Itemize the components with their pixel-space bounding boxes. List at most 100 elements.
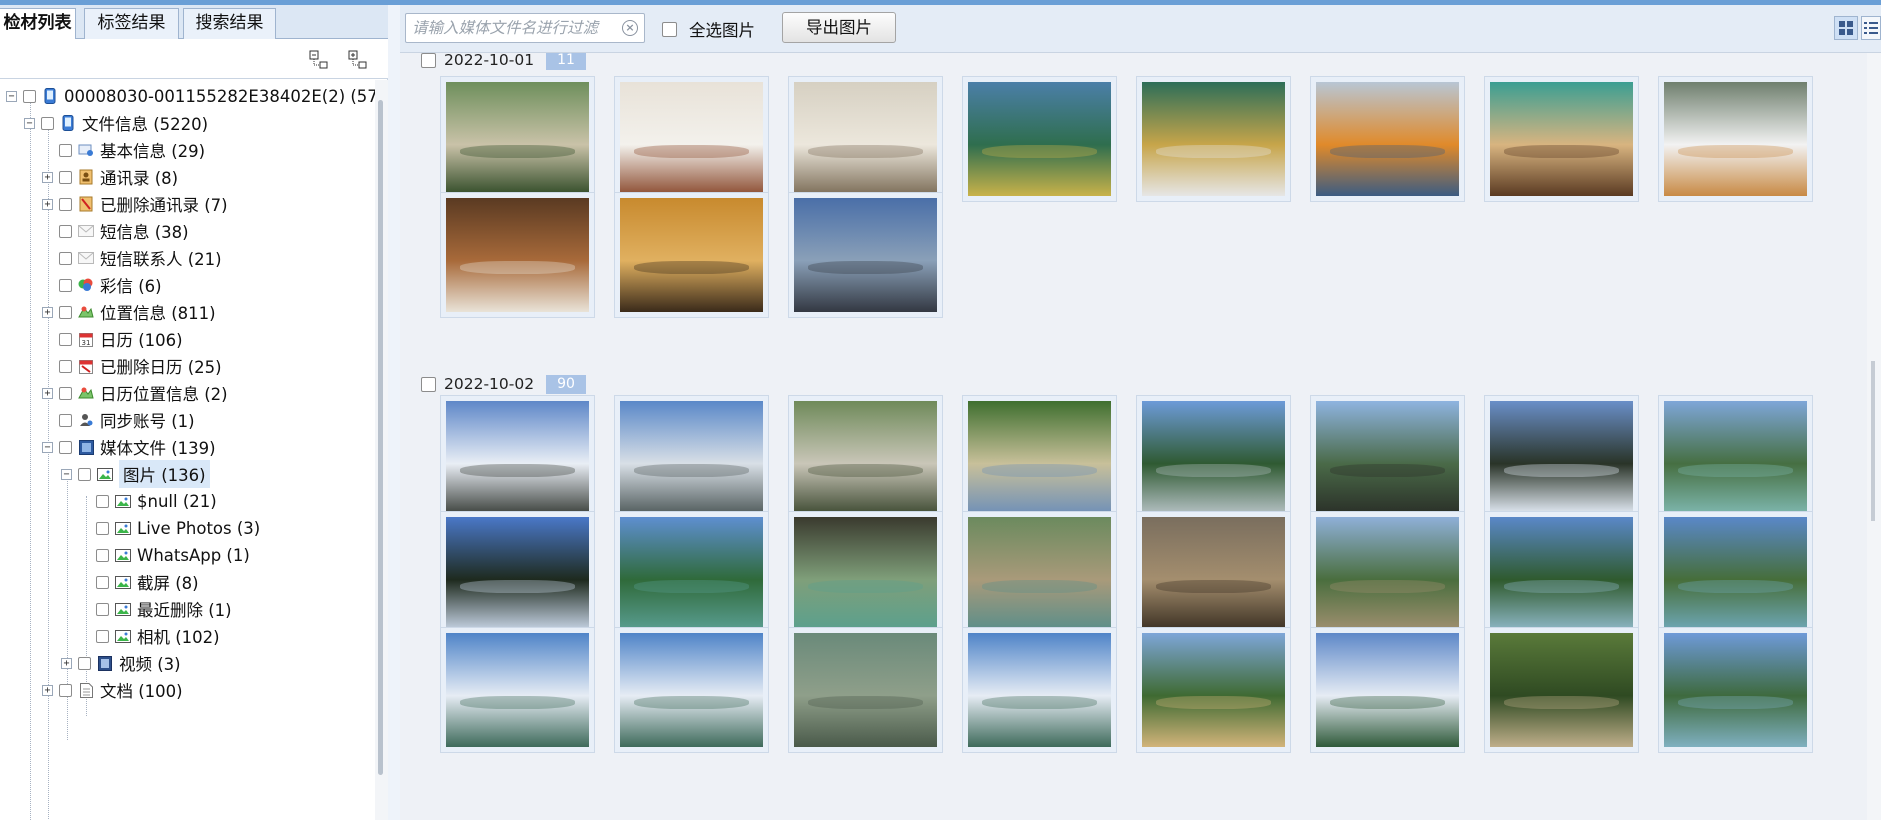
filter-input[interactable]	[410, 17, 610, 39]
tree-node-videos[interactable]: + 视频 (3)	[61, 649, 181, 677]
photo-thumbnail[interactable]	[1310, 627, 1465, 753]
export-pictures-button[interactable]: 导出图片	[782, 12, 896, 43]
photo-thumbnail[interactable]	[1658, 511, 1813, 637]
tree-node-device[interactable]: − 00008030-001155282E38402E(2) (5705)	[6, 82, 375, 110]
collapse-toggle[interactable]: −	[6, 90, 17, 102]
photo-thumbnail[interactable]	[614, 395, 769, 521]
photo-thumbnail[interactable]	[788, 395, 943, 521]
photo-thumbnail[interactable]	[1484, 76, 1639, 202]
tree-checkbox[interactable]	[59, 170, 72, 184]
tree-node-location[interactable]: + 位置信息 (811)	[42, 298, 216, 326]
photo-thumbnail[interactable]	[1310, 76, 1465, 202]
tree-checkbox[interactable]	[59, 197, 72, 211]
select-all-pictures[interactable]: 全选图片	[662, 17, 755, 41]
gallery-scrollbar[interactable]	[1867, 53, 1881, 820]
tree-checkbox[interactable]	[78, 656, 91, 670]
photo-thumbnail[interactable]	[1136, 395, 1291, 521]
tab-evidence-list[interactable]: 检材列表	[0, 8, 76, 40]
tree-node-null-album[interactable]: $null (21)	[96, 487, 217, 515]
tree-scrollbar[interactable]	[375, 80, 388, 820]
tree-checkbox[interactable]	[59, 251, 72, 265]
tree-node-sms[interactable]: 短信息 (38)	[42, 217, 189, 245]
date-group-checkbox[interactable]	[421, 53, 436, 68]
select-all-checkbox[interactable]	[662, 21, 677, 37]
tree-node-media-files[interactable]: − 媒体文件 (139)	[42, 433, 216, 461]
tree-node-pictures[interactable]: − 图片 (136)	[61, 460, 210, 488]
expand-toggle[interactable]: +	[42, 684, 53, 696]
expand-toggle[interactable]: +	[42, 387, 53, 399]
tree-node-recently-deleted[interactable]: 最近删除 (1)	[96, 595, 232, 623]
expand-all-icon[interactable]	[347, 49, 369, 71]
tree-checkbox[interactable]	[59, 359, 72, 373]
photo-thumbnail[interactable]	[1136, 627, 1291, 753]
tree-node-file-info[interactable]: − 文件信息 (5220)	[24, 109, 208, 137]
tree-checkbox[interactable]	[59, 413, 72, 427]
photo-thumbnail[interactable]	[440, 192, 595, 318]
list-view-icon[interactable]	[1861, 16, 1881, 40]
tree-checkbox[interactable]	[59, 224, 72, 238]
expand-toggle[interactable]: +	[42, 171, 53, 183]
expand-toggle[interactable]: +	[61, 657, 72, 669]
tree-checkbox[interactable]	[23, 89, 36, 103]
tree-node-screenshots[interactable]: 截屏 (8)	[96, 568, 199, 596]
tree-node-deleted-contacts[interactable]: + 已删除通讯录 (7)	[42, 190, 228, 218]
tree-checkbox[interactable]	[59, 332, 72, 346]
tree-checkbox[interactable]	[96, 575, 109, 589]
photo-thumbnail[interactable]	[614, 627, 769, 753]
photo-thumbnail[interactable]	[1310, 395, 1465, 521]
expand-toggle[interactable]: +	[42, 198, 53, 210]
tree-node-calendar[interactable]: 31 日历 (106)	[42, 325, 183, 353]
collapse-toggle[interactable]: −	[42, 441, 53, 453]
tree-checkbox[interactable]	[96, 629, 109, 643]
photo-thumbnail[interactable]	[1310, 511, 1465, 637]
photo-thumbnail[interactable]	[440, 627, 595, 753]
tree-checkbox[interactable]	[59, 440, 72, 454]
photo-thumbnail[interactable]	[1484, 511, 1639, 637]
expand-toggle[interactable]: +	[42, 306, 53, 318]
tree-scrollbar-thumb[interactable]	[378, 100, 383, 775]
tree-checkbox[interactable]	[59, 305, 72, 319]
photo-thumbnail[interactable]	[788, 511, 943, 637]
tree-node-deleted-calendar[interactable]: 已删除日历 (25)	[42, 352, 222, 380]
tree-node-basic-info[interactable]: 基本信息 (29)	[42, 136, 205, 164]
tree-checkbox[interactable]	[96, 521, 109, 535]
tab-tag-results[interactable]: 标签结果	[84, 8, 179, 39]
photo-thumbnail[interactable]	[440, 395, 595, 521]
tree-checkbox[interactable]	[59, 278, 72, 292]
tree-node-whatsapp[interactable]: WhatsApp (1)	[96, 541, 250, 569]
photo-thumbnail[interactable]	[1658, 627, 1813, 753]
tab-search-results[interactable]: 搜索结果	[183, 8, 276, 39]
photo-thumbnail[interactable]	[962, 627, 1117, 753]
photo-thumbnail[interactable]	[1484, 395, 1639, 521]
photo-thumbnail[interactable]	[962, 395, 1117, 521]
tree-checkbox[interactable]	[96, 548, 109, 562]
photo-thumbnail[interactable]	[962, 511, 1117, 637]
date-group-checkbox[interactable]	[421, 376, 436, 392]
photo-thumbnail[interactable]	[1658, 395, 1813, 521]
photo-thumbnail[interactable]	[788, 76, 943, 202]
tree-node-contacts[interactable]: + 通讯录 (8)	[42, 163, 178, 191]
grid-view-icon[interactable]	[1834, 16, 1858, 40]
photo-thumbnail[interactable]	[1484, 627, 1639, 753]
tree-node-live-photos[interactable]: Live Photos (3)	[96, 514, 260, 542]
tree-checkbox[interactable]	[96, 602, 109, 616]
tree-checkbox[interactable]	[59, 386, 72, 400]
tree-checkbox[interactable]	[41, 116, 54, 130]
tree-node-sms-contacts[interactable]: 短信联系人 (21)	[42, 244, 222, 272]
clear-icon[interactable]: ×	[622, 20, 638, 36]
photo-thumbnail[interactable]	[788, 627, 943, 753]
collapse-all-icon[interactable]	[308, 49, 330, 71]
tree-node-camera[interactable]: 相机 (102)	[96, 622, 220, 650]
tree-node-sync-account[interactable]: 同步账号 (1)	[42, 406, 195, 434]
photo-thumbnail[interactable]	[962, 76, 1117, 202]
photo-thumbnail[interactable]	[440, 511, 595, 637]
photo-thumbnail[interactable]	[1658, 76, 1813, 202]
gallery-scrollbar-thumb[interactable]	[1871, 361, 1875, 521]
photo-thumbnail[interactable]	[1136, 511, 1291, 637]
photo-thumbnail[interactable]	[614, 76, 769, 202]
photo-thumbnail[interactable]	[788, 192, 943, 318]
tree-node-documents[interactable]: + 文档 (100)	[42, 676, 183, 704]
photo-thumbnail[interactable]	[614, 511, 769, 637]
tree-checkbox[interactable]	[59, 683, 72, 697]
tree-node-calendar-location[interactable]: + 日历位置信息 (2)	[42, 379, 228, 407]
